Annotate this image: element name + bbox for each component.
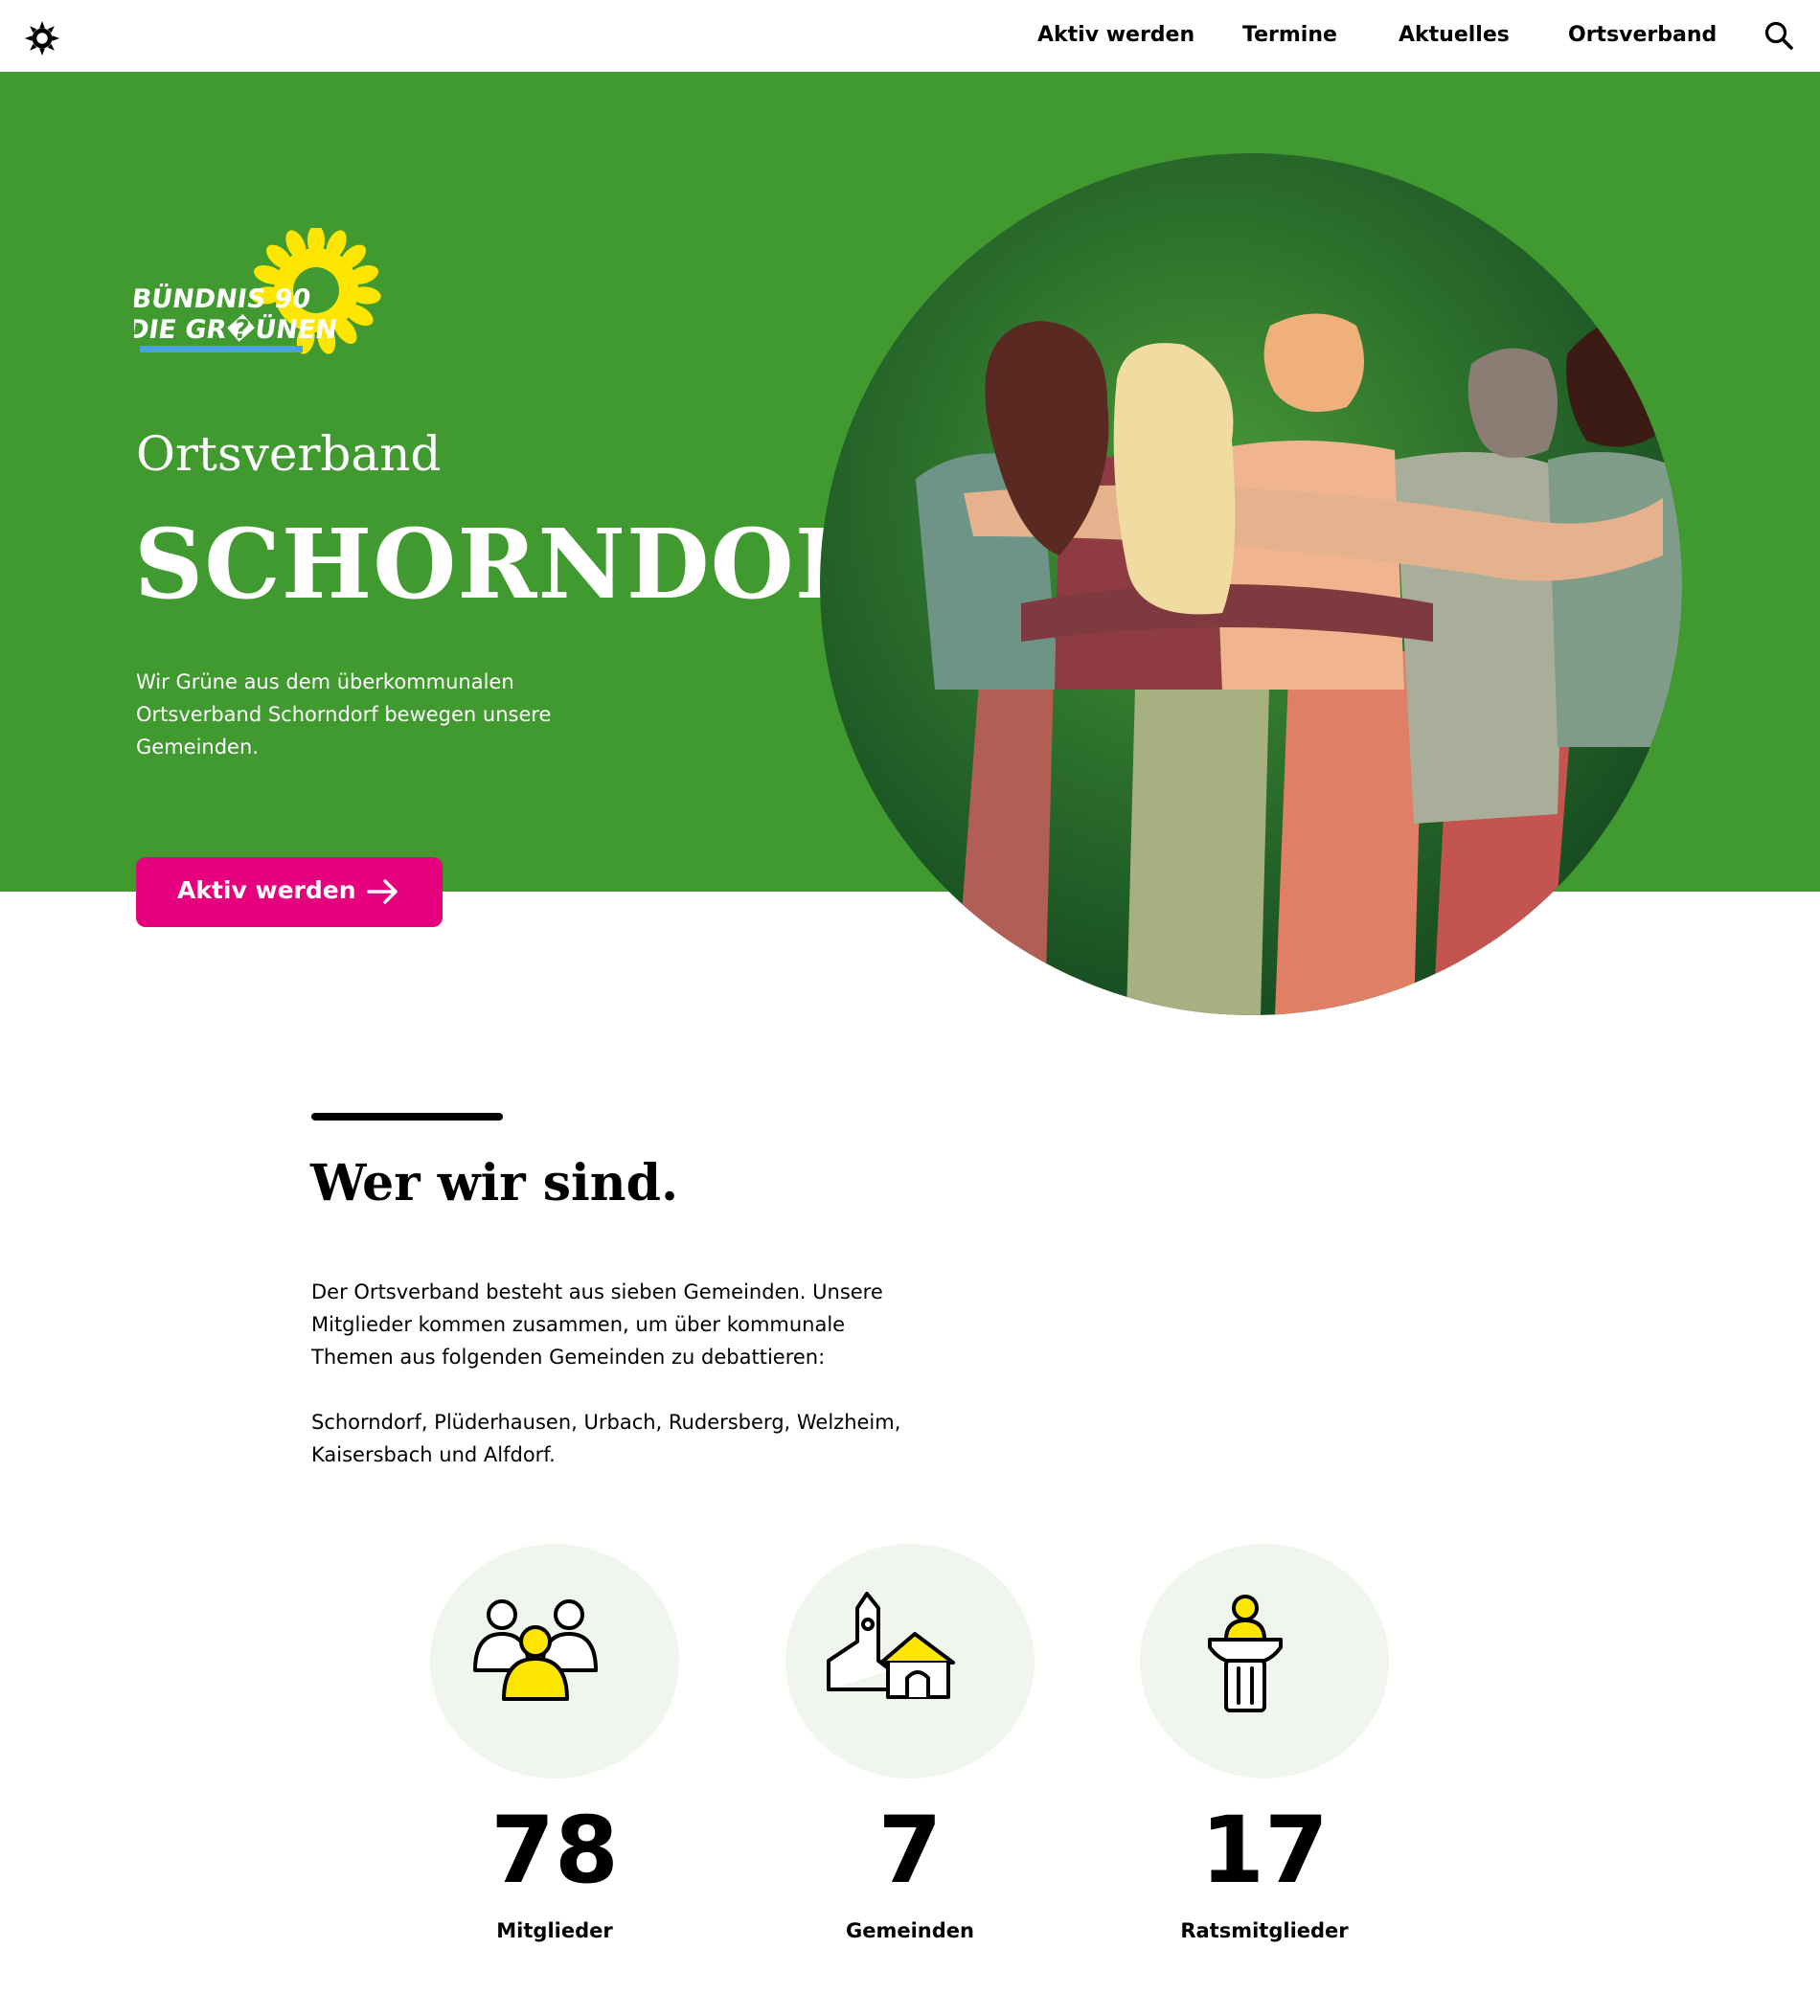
arrow-right-icon [367,879,398,904]
group-hug-illustration [820,153,1682,1015]
stat-municipalities: 7 Gemeinden [766,1544,1054,1965]
stat-value: 78 [490,1797,619,1904]
about-text: Der Ortsverband besteht aus sieben Gemei… [311,1276,924,1471]
stat-label: Ratsmitglieder [1180,1919,1349,1942]
aktiv-werden-button[interactable]: Aktiv werden [136,857,443,927]
hero-kicker: Ortsverband [136,426,442,482]
hero-description: Wir Grüne aus dem überkommunalen Ortsver… [136,670,552,759]
stat-label: Mitglieder [496,1919,613,1942]
council-lectern-icon [1208,1595,1283,1712]
cta-label: Aktiv werden [177,876,356,904]
stat-members: 78 Mitglieder [411,1544,698,1965]
stat-label: Gemeinden [846,1919,974,1942]
municipality-icon [827,1592,955,1699]
site-header: Aktiv werden Termine Aktuelles Ortsverba… [0,0,1820,72]
svg-text:DIE GR�ÜNEN: DIE GR�ÜNEN [134,313,339,345]
search-icon[interactable] [1763,19,1795,52]
sunflower-logo-icon[interactable] [24,20,60,57]
buendnis90-die-gruenen-logo[interactable]: BÜNDNIS 90 DIE GR�ÜNEN [134,228,388,372]
section-divider [311,1113,503,1121]
svg-text:BÜNDNIS 90: BÜNDNIS 90 [134,283,313,314]
nav-termine[interactable]: Termine [1242,23,1337,47]
about-municipalities: Schorndorf, Plüderhausen, Urbach, Ruders… [311,1411,901,1466]
about-title: Wer wir sind. [310,1154,679,1212]
stat-council-members: 17 Ratsmitglieder [1121,1544,1408,1965]
stat-value: 7 [877,1797,943,1904]
members-icon [473,1599,598,1701]
nav-aktuelles[interactable]: Aktuelles [1399,23,1510,47]
about-paragraph: Der Ortsverband besteht aus sieben Gemei… [311,1280,883,1369]
stat-value: 17 [1200,1797,1329,1904]
nav-aktiv-werden[interactable]: Aktiv werden [1037,23,1194,47]
nav-ortsverband[interactable]: Ortsverband [1568,23,1717,47]
